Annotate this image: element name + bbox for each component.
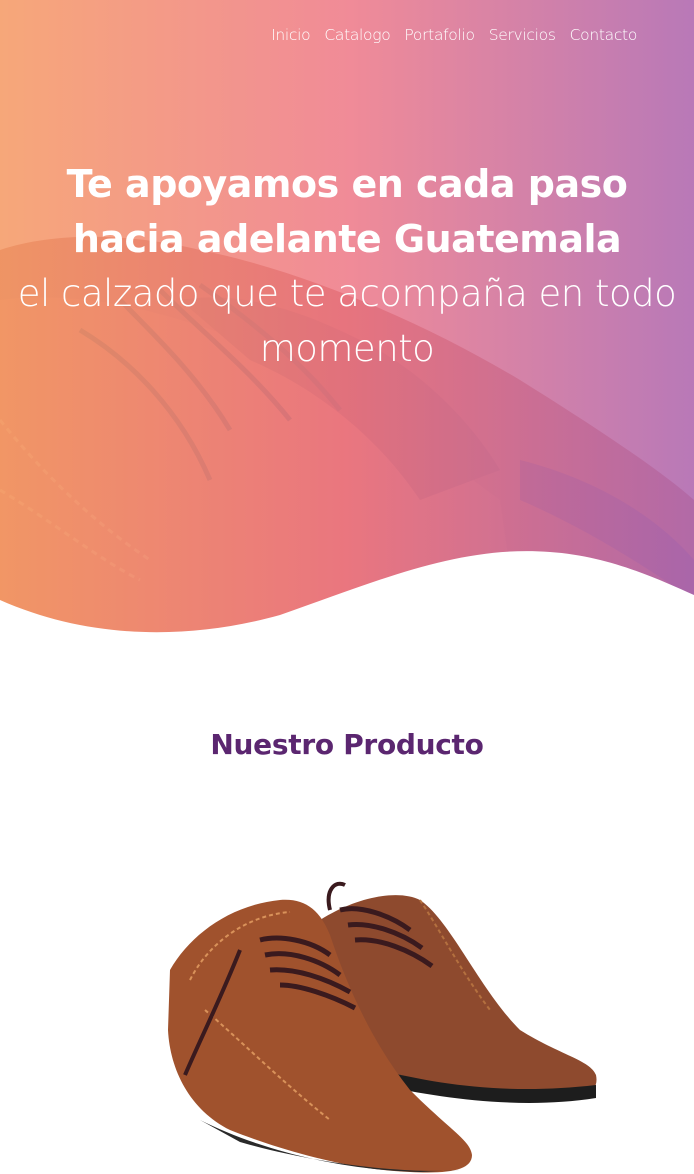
product-section-title: Nuestro Producto bbox=[210, 728, 484, 761]
hero-wave-divider bbox=[0, 551, 694, 640]
nav-item-catalogo[interactable]: Catalogo bbox=[324, 26, 390, 44]
nav-item-contacto[interactable]: Contacto bbox=[570, 26, 638, 44]
nav-item-portafolio[interactable]: Portafolio bbox=[404, 26, 475, 44]
hero-subtitle: el calzado que te acompaña en todo momen… bbox=[17, 272, 677, 370]
product-shoe-image bbox=[168, 881, 597, 1173]
nav-item-inicio[interactable]: Inicio bbox=[271, 26, 311, 44]
nav-item-servicios[interactable]: Servicios bbox=[489, 26, 556, 44]
main-nav: Inicio Catalogo Portafolio Servicios Con… bbox=[271, 26, 637, 44]
hero-title: Te apoyamos en cada paso hacia adelante … bbox=[66, 162, 628, 261]
hero-section: Inicio Catalogo Portafolio Servicios Con… bbox=[0, 0, 694, 640]
